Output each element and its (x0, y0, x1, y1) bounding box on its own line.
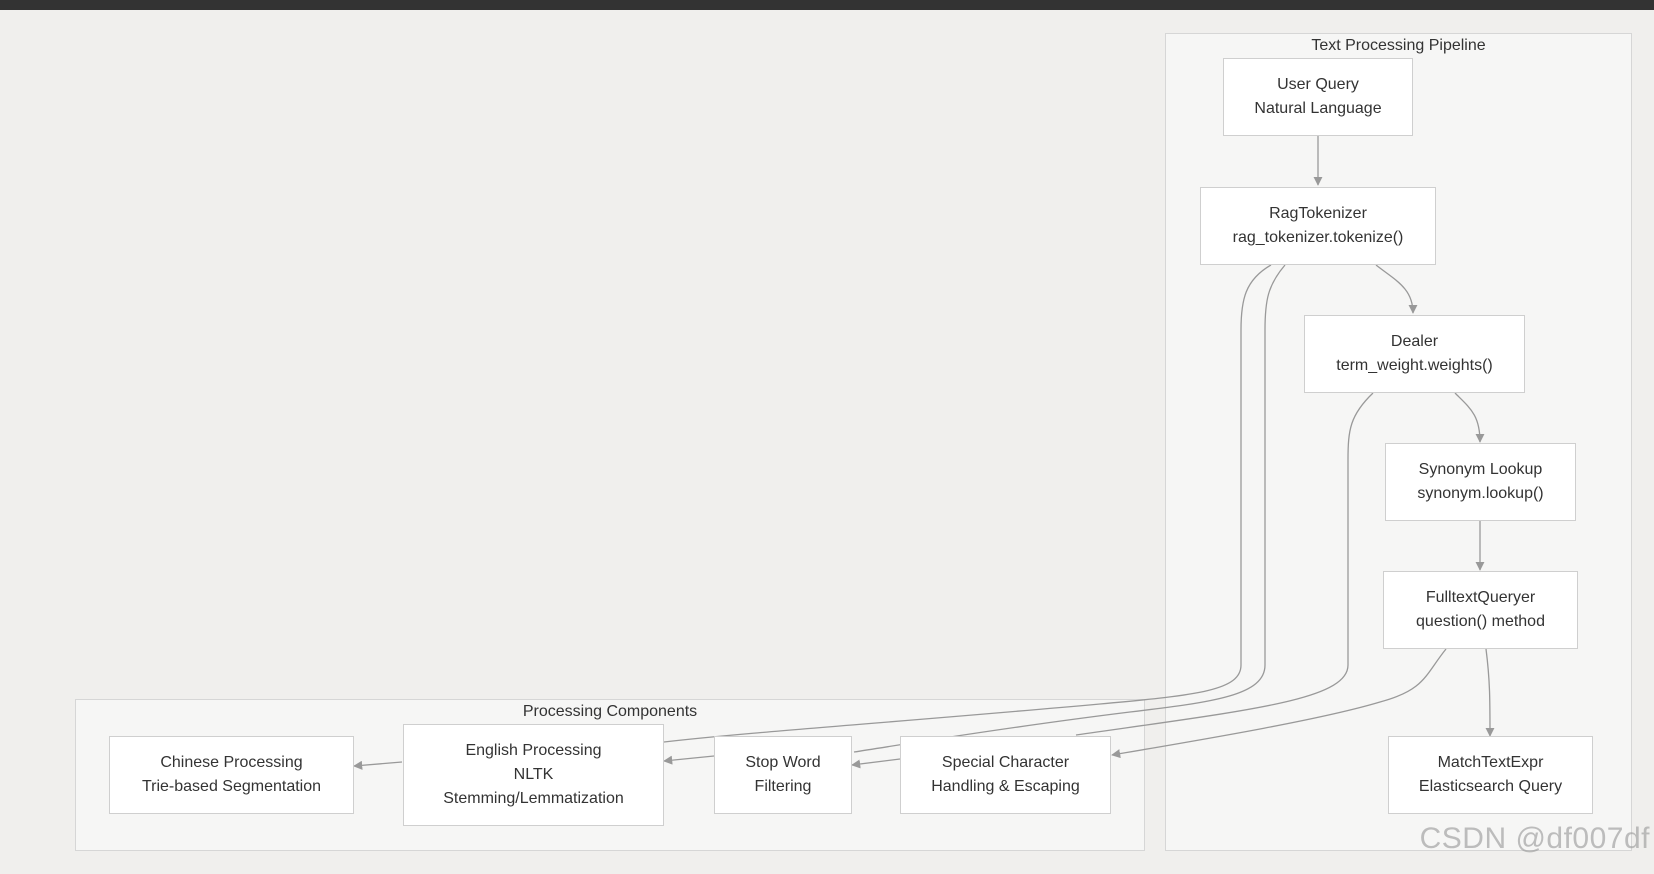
node-fulltext-queryer-title: FulltextQueryer (1425, 589, 1536, 606)
node-user-query-title: User Query (1277, 76, 1359, 93)
node-user-query-subtitle: Natural Language (1254, 100, 1382, 117)
node-synonym-lookup-title: Synonym Lookup (1418, 461, 1543, 478)
node-special-character[interactable]: Special Character Handling & Escaping (900, 736, 1111, 814)
pipeline-cluster-title: Text Processing Pipeline (1311, 37, 1486, 54)
node-match-text-expr[interactable]: MatchTextExpr Elasticsearch Query (1388, 736, 1593, 814)
node-user-query[interactable]: User Query Natural Language (1223, 58, 1413, 136)
node-dealer[interactable]: Dealer term_weight.weights() (1304, 315, 1525, 393)
node-rag-tokenizer-title: RagTokenizer (1269, 205, 1367, 222)
node-match-text-expr-title: MatchTextExpr (1437, 754, 1544, 771)
node-match-text-expr-subtitle: Elasticsearch Query (1418, 778, 1563, 795)
node-synonym-lookup[interactable]: Synonym Lookup synonym.lookup() (1385, 443, 1576, 521)
node-fulltext-queryer[interactable]: FulltextQueryer question() method (1383, 571, 1578, 649)
node-fulltext-queryer-subtitle: question() method (1416, 613, 1545, 630)
node-english-processing[interactable]: English Processing NLTK Stemming/Lemmati… (403, 724, 664, 826)
node-english-processing-subtitle: Stemming/Lemmatization (443, 790, 624, 807)
node-special-character-title: Special Character (941, 754, 1070, 771)
node-dealer-subtitle: term_weight.weights() (1336, 357, 1493, 374)
node-chinese-processing-title: Chinese Processing (160, 754, 303, 771)
node-chinese-processing[interactable]: Chinese Processing Trie-based Segmentati… (109, 736, 354, 814)
node-english-processing-title: English Processing (465, 742, 602, 759)
watermark-text: CSDN @df007df (1419, 822, 1650, 855)
node-stop-word-filtering[interactable]: Stop Word Filtering (714, 736, 852, 814)
window-top-bar (0, 0, 1654, 10)
node-rag-tokenizer-subtitle: rag_tokenizer.tokenize() (1232, 229, 1404, 246)
node-english-processing-library: NLTK (513, 766, 554, 783)
pipeline-cluster: Text Processing Pipeline (1165, 33, 1632, 851)
node-chinese-processing-subtitle: Trie-based Segmentation (141, 778, 322, 795)
node-stop-word-filtering-subtitle: Filtering (754, 778, 812, 795)
node-synonym-lookup-subtitle: synonym.lookup() (1417, 485, 1544, 502)
node-dealer-title: Dealer (1390, 333, 1439, 350)
node-rag-tokenizer[interactable]: RagTokenizer rag_tokenizer.tokenize() (1200, 187, 1436, 265)
node-special-character-subtitle: Handling & Escaping (931, 778, 1080, 795)
components-cluster-title: Processing Components (522, 703, 698, 720)
node-stop-word-filtering-title: Stop Word (745, 754, 821, 771)
